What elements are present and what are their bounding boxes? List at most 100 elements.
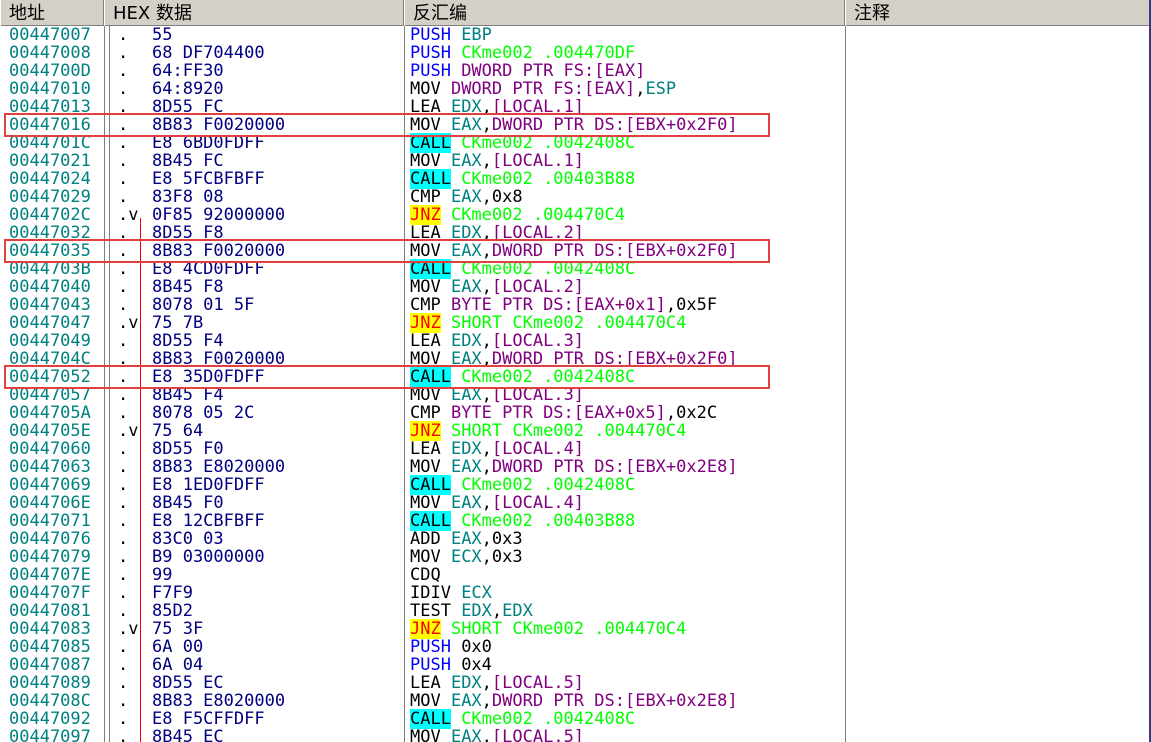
table-row[interactable]: 0044705E .v 75 64 JNZ SHORT CKme002 .004470… — [0, 421, 1149, 441]
disasm-token: MOV — [410, 79, 451, 99]
highlight-box — [4, 113, 770, 137]
table-row[interactable]: 00447010. 64:8920 MOV DWORD PTR FS:[EAX],E… — [0, 79, 1149, 99]
disasm-token: [LOCAL.3] — [491, 331, 585, 351]
row-marker: . — [118, 151, 129, 171]
row-address: 00447047 — [9, 313, 91, 333]
table-row[interactable]: 00447007. 55 PUSH EBP — [0, 26, 1149, 44]
row-marker: . — [118, 727, 129, 742]
disasm-token: SHORT CKme002 .004470C4 — [440, 421, 687, 441]
disasm-token: EDX — [461, 601, 492, 621]
row-disasm: CALL CKme002 .0042408C — [410, 709, 635, 729]
table-row[interactable]: 00447083 .v 75 3F JNZ SHORT CKme002 .004470… — [0, 619, 1149, 639]
table-row[interactable]: 00447047 .v 75 7B JNZ SHORT CKme002 .004470… — [0, 313, 1149, 333]
disasm-token: ADD — [410, 529, 451, 549]
row-hex: E8 1ED0FDFF — [152, 475, 265, 495]
row-marker: . — [118, 511, 129, 531]
table-row[interactable]: 0044706E. 8B45 F0 MOV EAX,[LOCAL.4] — [0, 493, 1149, 513]
row-disasm: PUSH 0x4 — [410, 656, 492, 674]
table-row[interactable]: 0044707E. 99 CDQ — [0, 565, 1149, 585]
address-column-header[interactable]: 地址 — [0, 0, 104, 26]
disasm-token: [LOCAL.4] — [491, 439, 585, 459]
disasm-token: CDQ — [410, 565, 441, 585]
table-row[interactable]: 00447079. B9 03000000 MOV ECX,0x3 — [0, 547, 1149, 567]
disasm-token: CKme002 .004470DF — [461, 43, 636, 63]
table-row[interactable]: 00447069. E8 1ED0FDFF CALL CKme002 .004240… — [0, 475, 1149, 495]
row-address: 0044705A — [9, 403, 91, 423]
table-row[interactable]: 00447008. 68 DF704400 PUSH CKme002 .004470… — [0, 43, 1149, 63]
highlight-box — [4, 365, 770, 389]
disasm-token: , — [481, 331, 492, 351]
disasm-token: EBP — [461, 25, 492, 45]
row-marker: . — [118, 277, 129, 297]
row-address: 00447092 — [9, 709, 91, 729]
row-marker: . — [118, 529, 129, 549]
disasm-token: ,0x3 — [481, 547, 523, 567]
row-disasm: CALL CKme002 .00403B88 — [410, 511, 635, 531]
row-marker: . — [118, 493, 129, 513]
table-row[interactable]: 0044702C .v 0F85 92000000 JNZ CKme002 .0044… — [0, 205, 1149, 225]
row-address: 0044708C — [9, 691, 91, 711]
row-marker: . — [118, 61, 129, 81]
disasm-token: ESP — [645, 79, 677, 99]
row-disasm: MOV ECX,0x3 — [410, 548, 523, 566]
disasm-token: [LOCAL.5] — [491, 727, 585, 742]
row-disasm: PUSH EBP — [410, 26, 492, 44]
disasm-token: , — [481, 493, 492, 513]
table-row[interactable]: 00447085. 6A 00 PUSH 0x0 — [0, 638, 1149, 656]
row-marker: . — [118, 169, 129, 189]
table-row[interactable]: 00447021. 8B45 FC MOV EAX,[LOCAL.1] — [0, 151, 1149, 171]
disasm-token: EAX — [450, 727, 482, 742]
row-hex: 8078 01 5F — [152, 295, 255, 315]
disasm-token: [LOCAL.1] — [491, 151, 585, 171]
row-hex: B9 03000000 — [152, 547, 265, 567]
hex-column-header[interactable]: HEX 数据 — [104, 0, 404, 26]
table-row[interactable]: 00447029. 83F8 08 CMP EAX,0x8 — [0, 187, 1149, 207]
disasm-column-header[interactable]: 反汇编 — [404, 0, 845, 26]
row-hex: 8D55 F0 — [152, 439, 224, 459]
row-hex: 75 7B — [152, 313, 204, 333]
disasm-token: MOV — [410, 457, 451, 477]
table-row[interactable]: 00447089. 8D55 EC LEA EDX,[LOCAL.5] — [0, 673, 1149, 693]
row-disasm: CMP BYTE PTR DS:[EAX+0x5],0x2C — [410, 404, 717, 422]
disasm-token: , — [481, 151, 492, 171]
jump-line — [140, 632, 141, 742]
disasm-token: CALL — [410, 709, 451, 729]
table-row[interactable]: 00447063. 8B83 E8020000 MOV EAX,DWORD PTR … — [0, 457, 1149, 477]
disasm-token: JNZ — [410, 205, 441, 225]
column-header: 地址 HEX 数据 反汇编 注释 — [0, 0, 1149, 26]
disasm-token: , — [481, 673, 492, 693]
table-row[interactable]: 0044708C. 8B83 E8020000 MOV EAX,DWORD PTR … — [0, 691, 1149, 711]
table-row[interactable]: 00447076. 83C0 03 ADD EAX,0x3 — [0, 529, 1149, 549]
table-row[interactable]: 00447087. 6A 04 PUSH 0x4 — [0, 655, 1149, 675]
row-hex: 8B45 FC — [152, 151, 224, 171]
row-disasm: MOV EAX,[LOCAL.1] — [410, 152, 584, 170]
disasm-token: JNZ — [410, 313, 441, 333]
disassembler-window: 地址 HEX 数据 反汇编 注释 00447007. 55 PUSH EBP 0044… — [0, 0, 1151, 742]
disasm-token: DWORD PTR DS:[EBX+0x2E8] — [491, 457, 738, 477]
table-row[interactable]: 0044707F. F7F9 IDIV ECX — [0, 584, 1149, 602]
disasm-token: CKme002 .00403B88 — [450, 169, 636, 189]
disasm-token: CKme002 .004470C4 — [440, 205, 625, 225]
table-row[interactable]: 00447092. E8 F5CFFDFF CALL CKme002 .004240… — [0, 709, 1149, 729]
disasm-token: CMP — [410, 403, 451, 423]
row-disasm: JNZ SHORT CKme002 .004470C4 — [410, 313, 686, 333]
table-row[interactable]: 00447097. 8B45 EC MOV EAX,[LOCAL.5] — [0, 727, 1149, 742]
table-row[interactable]: 0044700D. 64:FF30 PUSH DWORD PTR FS:[EAX] — [0, 61, 1149, 81]
table-row[interactable]: 00447049. 8D55 F4 LEA EDX,[LOCAL.3] — [0, 331, 1149, 351]
table-row[interactable]: 00447043. 8078 01 5F CMP BYTE PTR DS:[EAX+… — [0, 295, 1149, 315]
table-row[interactable]: 00447040. 8B45 F8 MOV EAX,[LOCAL.2] — [0, 277, 1149, 297]
disasm-token: PUSH — [410, 43, 462, 63]
comment-column-header[interactable]: 注释 — [845, 0, 1149, 26]
table-row[interactable]: 0044705A. 8078 05 2C CMP BYTE PTR DS:[EAX+… — [0, 403, 1149, 423]
row-hex: 75 64 — [152, 421, 204, 441]
disasm-rows[interactable]: 00447007. 55 PUSH EBP 00447008. 68 DF704400 P… — [0, 26, 1149, 742]
row-marker: . — [118, 565, 129, 585]
table-row[interactable]: 00447060. 8D55 F0 LEA EDX,[LOCAL.4] — [0, 439, 1149, 459]
row-address: 00447087 — [9, 655, 91, 675]
table-row[interactable]: 00447081. 85D2 TEST EDX,EDX — [0, 601, 1149, 621]
disasm-token: EAX — [450, 187, 482, 207]
row-disasm: CMP BYTE PTR DS:[EAX+0x1],0x5F — [410, 296, 717, 314]
row-hex: E8 12CBFBFF — [152, 511, 265, 531]
table-row[interactable]: 00447024. E8 5FCBFBFF CALL CKme002 .00403B… — [0, 169, 1149, 189]
table-row[interactable]: 00447071. E8 12CBFBFF CALL CKme002 .00403B… — [0, 511, 1149, 531]
